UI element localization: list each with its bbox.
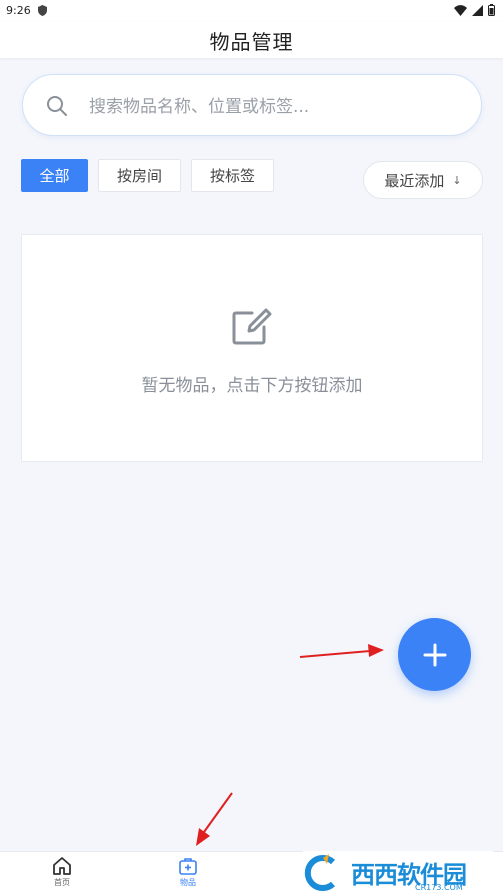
status-bar: 9:26 [0, 0, 503, 22]
annotation-arrow-fab [299, 644, 384, 658]
watermark-subtext: CR173.COM [415, 883, 463, 892]
status-icons [454, 4, 495, 16]
nav-item-home[interactable]: 首页 [32, 857, 92, 888]
filter-all-button[interactable]: 全部 [21, 159, 88, 192]
wifi-icon [454, 4, 467, 16]
watermark-logo: 西西软件园 CR173.COM [303, 851, 493, 894]
search-box[interactable] [22, 74, 482, 136]
box-icon [179, 858, 197, 875]
battery-icon [488, 4, 495, 16]
filter-by-tag-label: 按标签 [209, 167, 255, 185]
nav-item-items[interactable]: 物品 [158, 857, 218, 888]
empty-state-card: 暂无物品，点击下方按钮添加 [21, 234, 483, 462]
filter-by-tag-button[interactable]: 按标签 [191, 159, 274, 192]
annotation-arrow-nav [196, 792, 233, 846]
search-icon [47, 96, 67, 116]
filter-all-label: 全部 [39, 167, 70, 185]
nav-item-home-label: 首页 [54, 878, 70, 887]
shield-icon [38, 5, 47, 16]
home-icon [53, 857, 71, 875]
signal-icon [472, 4, 483, 16]
watermark-logo-icon [304, 853, 336, 891]
search-input[interactable] [87, 89, 461, 125]
sort-label: 最近添加 [384, 171, 445, 190]
filter-by-room-label: 按房间 [116, 167, 162, 185]
edit-icon [232, 308, 272, 345]
filter-by-room-button[interactable]: 按房间 [98, 159, 181, 192]
app-header: 物品管理 [0, 22, 503, 58]
page-title: 物品管理 [209, 30, 294, 54]
nav-item-items-label: 物品 [180, 878, 196, 887]
sort-button[interactable]: 最近添加 ↓ [363, 161, 483, 199]
plus-icon [423, 643, 446, 666]
add-item-button[interactable] [398, 618, 471, 691]
sort-arrow-icon: ↓ [452, 173, 462, 187]
status-time: 9:26 [6, 4, 31, 17]
empty-state-message: 暂无物品，点击下方按钮添加 [141, 376, 363, 396]
